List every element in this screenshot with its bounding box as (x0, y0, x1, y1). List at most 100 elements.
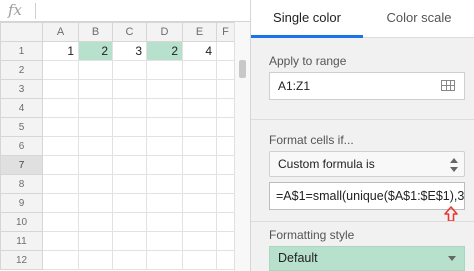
column-header-e[interactable]: E (182, 22, 217, 42)
cell[interactable] (146, 193, 183, 213)
cell-e1[interactable]: 4 (182, 41, 217, 61)
cell[interactable] (112, 79, 147, 99)
cell[interactable] (182, 155, 217, 175)
cell[interactable] (182, 98, 217, 118)
row-header-5[interactable]: 5 (0, 117, 43, 137)
select-range-grid-icon[interactable] (441, 80, 455, 91)
cell-f1[interactable] (216, 41, 235, 61)
column-header-c[interactable]: C (112, 22, 147, 42)
cell[interactable] (112, 98, 147, 118)
cell[interactable] (78, 250, 113, 270)
column-header-a[interactable]: A (42, 22, 79, 42)
cell[interactable] (112, 193, 147, 213)
cell-c1[interactable]: 3 (112, 41, 147, 61)
condition-select[interactable]: Custom formula is (269, 151, 465, 177)
row-header-10[interactable]: 10 (0, 212, 43, 232)
cell[interactable] (42, 136, 79, 156)
cell[interactable] (216, 155, 235, 175)
cell[interactable] (182, 250, 217, 270)
cell[interactable] (182, 136, 217, 156)
cell[interactable] (78, 98, 113, 118)
cell[interactable] (182, 231, 217, 251)
cell[interactable] (216, 231, 235, 251)
cell[interactable] (112, 250, 147, 270)
cell[interactable] (216, 193, 235, 213)
formula-bar[interactable]: fx (0, 0, 250, 22)
cell-d1[interactable]: 2 (146, 41, 183, 61)
cell-b1[interactable]: 2 (78, 41, 113, 61)
cell[interactable] (216, 136, 235, 156)
cell[interactable] (78, 60, 113, 80)
row-header-4[interactable]: 4 (0, 98, 43, 118)
cell[interactable] (216, 98, 235, 118)
scrollbar-thumb[interactable] (239, 60, 246, 78)
cell[interactable] (146, 212, 183, 232)
cell[interactable] (42, 231, 79, 251)
tab-color-scale[interactable]: Color scale (363, 0, 474, 38)
row-header-2[interactable]: 2 (0, 60, 43, 80)
cell[interactable] (182, 79, 217, 99)
cell[interactable] (42, 250, 79, 270)
vertical-scrollbar[interactable] (234, 22, 250, 271)
row-header-9[interactable]: 9 (0, 193, 43, 213)
row-header-12[interactable]: 12 (0, 250, 43, 270)
cell[interactable] (42, 174, 79, 194)
cell[interactable] (42, 193, 79, 213)
cell[interactable] (78, 212, 113, 232)
formatting-style-select[interactable]: Default (269, 246, 465, 271)
row-header-8[interactable]: 8 (0, 174, 43, 194)
custom-formula-input[interactable]: =A$1=small(unique($A$1:$E$1),3) (269, 182, 465, 210)
cell[interactable] (78, 231, 113, 251)
cell[interactable] (146, 117, 183, 137)
cell[interactable] (42, 79, 79, 99)
cell[interactable] (146, 174, 183, 194)
cell[interactable] (146, 155, 183, 175)
cell[interactable] (146, 250, 183, 270)
row-header-6[interactable]: 6 (0, 136, 43, 156)
row-header-1[interactable]: 1 (0, 41, 43, 61)
select-all-corner[interactable] (0, 22, 43, 42)
row-header-11[interactable]: 11 (0, 231, 43, 251)
cell[interactable] (112, 155, 147, 175)
cell[interactable] (78, 174, 113, 194)
column-header-d[interactable]: D (146, 22, 183, 42)
cell[interactable] (42, 117, 79, 137)
row-header-7[interactable]: 7 (0, 155, 43, 175)
cell[interactable] (42, 212, 79, 232)
range-input[interactable]: A1:Z1 (269, 72, 465, 100)
cell[interactable] (216, 60, 235, 80)
cell[interactable] (78, 117, 113, 137)
cell[interactable] (216, 174, 235, 194)
cell[interactable] (112, 212, 147, 232)
cell[interactable] (182, 193, 217, 213)
cell[interactable] (182, 117, 217, 137)
cell[interactable] (216, 117, 235, 137)
row-header-3[interactable]: 3 (0, 79, 43, 99)
cell[interactable] (146, 98, 183, 118)
column-header-b[interactable]: B (78, 22, 113, 42)
cell-a1[interactable]: 1 (42, 41, 79, 61)
cell[interactable] (146, 136, 183, 156)
cell[interactable] (78, 155, 113, 175)
cell[interactable] (182, 60, 217, 80)
cell[interactable] (112, 60, 147, 80)
cell[interactable] (42, 155, 79, 175)
cell[interactable] (182, 212, 217, 232)
cell[interactable] (112, 136, 147, 156)
cell[interactable] (146, 79, 183, 99)
cell[interactable] (112, 117, 147, 137)
cell[interactable] (78, 79, 113, 99)
cell[interactable] (42, 60, 79, 80)
cell[interactable] (112, 231, 147, 251)
cell[interactable] (42, 98, 79, 118)
cell[interactable] (146, 231, 183, 251)
tab-single-color[interactable]: Single color (251, 0, 363, 38)
cell[interactable] (216, 79, 235, 99)
cell[interactable] (146, 60, 183, 80)
cell[interactable] (78, 193, 113, 213)
cell[interactable] (78, 136, 113, 156)
cell[interactable] (112, 174, 147, 194)
cell[interactable] (182, 174, 217, 194)
cell[interactable] (216, 250, 235, 270)
cell[interactable] (216, 212, 235, 232)
